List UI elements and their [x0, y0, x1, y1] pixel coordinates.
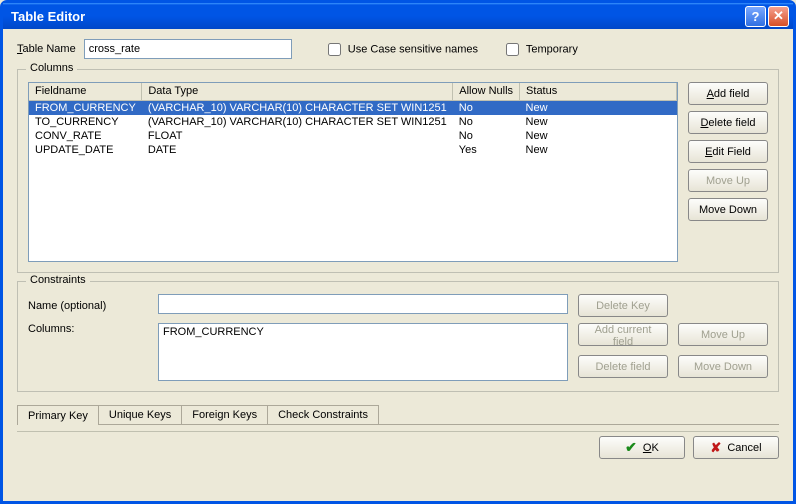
temporary-label: Temporary — [526, 43, 578, 55]
constraint-columns-input[interactable]: FROM_CURRENCY — [158, 323, 568, 381]
x-icon: ✘ — [710, 440, 721, 456]
cell-status: New — [520, 129, 677, 143]
tab-check-constraints[interactable]: Check Constraints — [267, 405, 379, 424]
content-area: Table Name Use Case sensitive names Temp… — [3, 29, 793, 501]
table-row[interactable]: TO_CURRENCY(VARCHAR_10) VARCHAR(10) CHAR… — [29, 115, 677, 129]
move-down-button[interactable]: Move Down — [688, 198, 768, 221]
constraint-columns-label: Columns: — [28, 323, 148, 335]
edit-field-button[interactable]: Edit Field — [688, 140, 768, 163]
use-case-checkbox-wrap[interactable]: Use Case sensitive names — [328, 43, 478, 56]
window-frame: Table Editor ? ✕ Table Name Use Case sen… — [0, 0, 796, 504]
close-icon: ✕ — [773, 8, 784, 24]
cell-status: New — [520, 115, 677, 129]
titlebar: Table Editor ? ✕ — [3, 3, 793, 29]
table-name-input[interactable] — [84, 39, 292, 59]
cell-fieldname: TO_CURRENCY — [29, 115, 142, 129]
columns-buttons: Add field Delete field Edit Field Move U… — [688, 82, 768, 262]
columns-grid[interactable]: Fieldname Data Type Allow Nulls Status F… — [28, 82, 678, 262]
tab-foreign-keys[interactable]: Foreign Keys — [181, 405, 268, 424]
window-title: Table Editor — [11, 9, 743, 24]
bottom-bar: ✔ OK ✘ Cancel — [17, 431, 779, 459]
top-row: Table Name Use Case sensitive names Temp… — [17, 39, 779, 59]
col-header-fieldname[interactable]: Fieldname — [29, 83, 142, 100]
table-row[interactable]: CONV_RATEFLOATNoNew — [29, 129, 677, 143]
table-row[interactable]: FROM_CURRENCY(VARCHAR_10) VARCHAR(10) CH… — [29, 100, 677, 115]
cell-fieldname: FROM_CURRENCY — [29, 100, 142, 115]
cell-allow_nulls: Yes — [453, 143, 520, 157]
cell-fieldname: UPDATE_DATE — [29, 143, 142, 157]
ok-button[interactable]: ✔ OK — [599, 436, 685, 459]
temporary-checkbox[interactable] — [506, 43, 519, 56]
col-header-datatype[interactable]: Data Type — [142, 83, 453, 100]
cell-allow_nulls: No — [453, 115, 520, 129]
delete-field-button[interactable]: Delete field — [688, 111, 768, 134]
use-case-checkbox[interactable] — [328, 43, 341, 56]
cancel-button[interactable]: ✘ Cancel — [693, 436, 779, 459]
table-row[interactable]: UPDATE_DATEDATEYesNew — [29, 143, 677, 157]
constraint-name-input[interactable] — [158, 294, 568, 314]
cell-status: New — [520, 100, 677, 115]
cell-fieldname: CONV_RATE — [29, 129, 142, 143]
constraint-movedown-button: Move Down — [678, 355, 768, 378]
cancel-label: Cancel — [727, 442, 761, 454]
cell-datatype: (VARCHAR_10) VARCHAR(10) CHARACTER SET W… — [142, 100, 453, 115]
constraint-name-label: Name (optional) — [28, 300, 148, 312]
temporary-checkbox-wrap[interactable]: Temporary — [506, 43, 578, 56]
constraint-tabs: Primary KeyUnique KeysForeign KeysCheck … — [17, 404, 779, 425]
tab-primary-key[interactable]: Primary Key — [17, 405, 99, 425]
columns-legend: Columns — [26, 62, 77, 74]
constraints-legend: Constraints — [26, 274, 90, 286]
tab-unique-keys[interactable]: Unique Keys — [98, 405, 182, 424]
col-header-status[interactable]: Status — [520, 83, 677, 100]
help-button[interactable]: ? — [745, 6, 766, 27]
cell-status: New — [520, 143, 677, 157]
check-icon: ✔ — [625, 439, 637, 456]
add-current-field-button: Add current field — [578, 323, 668, 346]
cell-datatype: DATE — [142, 143, 453, 157]
constraint-delete-field-button: Delete field — [578, 355, 668, 378]
cell-allow_nulls: No — [453, 100, 520, 115]
constraint-moveup-button: Move Up — [678, 323, 768, 346]
move-up-button: Move Up — [688, 169, 768, 192]
use-case-label: Use Case sensitive names — [348, 43, 478, 55]
add-field-button[interactable]: Add field — [688, 82, 768, 105]
delete-key-button: Delete Key — [578, 294, 668, 317]
cell-allow_nulls: No — [453, 129, 520, 143]
constraints-group: Constraints Name (optional) Delete Key C… — [17, 281, 779, 392]
cell-datatype: (VARCHAR_10) VARCHAR(10) CHARACTER SET W… — [142, 115, 453, 129]
close-button[interactable]: ✕ — [768, 6, 789, 27]
cell-datatype: FLOAT — [142, 129, 453, 143]
col-header-allownulls[interactable]: Allow Nulls — [453, 83, 520, 100]
columns-group: Columns Fieldname Data Type Allow Nulls … — [17, 69, 779, 273]
table-name-label: Table Name — [17, 43, 76, 55]
ok-label: OK — [643, 442, 659, 454]
